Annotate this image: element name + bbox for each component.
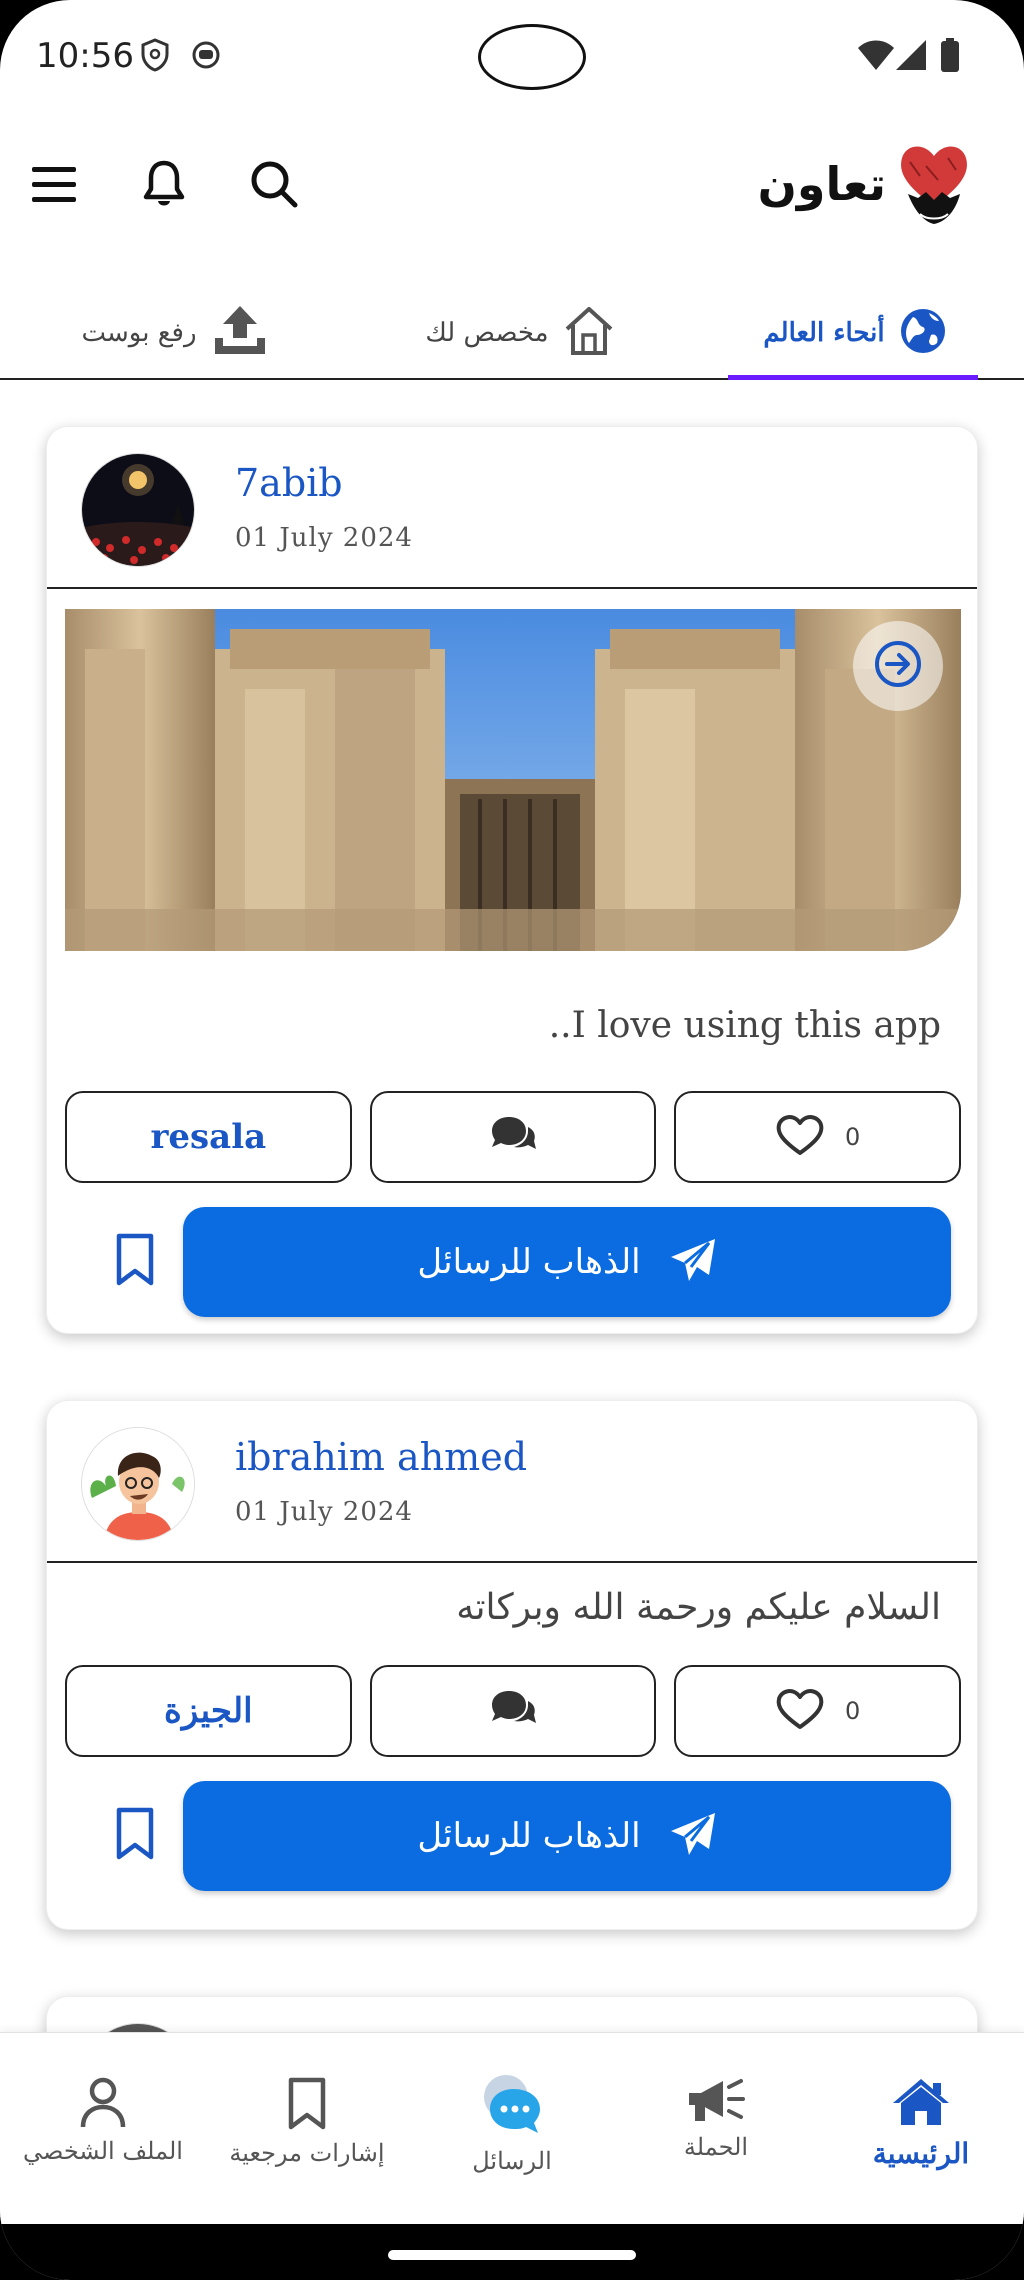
tag-button[interactable]: الجيزة xyxy=(65,1665,352,1757)
nav-profile[interactable]: الملف الشخصي xyxy=(8,2077,198,2165)
avatar[interactable] xyxy=(81,1427,195,1541)
app-bar: تعاون xyxy=(0,118,1024,248)
chat-bubbles-icon xyxy=(480,2073,544,2139)
bookmark-icon xyxy=(115,1807,155,1865)
nav-label: الملف الشخصي xyxy=(23,2137,183,2165)
avatar[interactable] xyxy=(81,2023,195,2032)
nav-campaign[interactable]: الحملة xyxy=(621,2077,811,2161)
bell-icon[interactable] xyxy=(134,154,194,214)
camera-cutout xyxy=(478,24,586,90)
upload-icon xyxy=(211,304,269,362)
tab-label: أنحاء العالم xyxy=(763,318,885,348)
next-image-button[interactable] xyxy=(853,621,943,711)
nav-label: الرسائل xyxy=(472,2147,552,2175)
heart-icon xyxy=(775,1113,825,1161)
bookmark-button[interactable] xyxy=(107,1227,163,1297)
post-text: السلام عليكم ورحمة الله وبركاته xyxy=(456,1587,941,1628)
send-icon xyxy=(669,1237,717,1287)
avatar[interactable] xyxy=(81,453,195,567)
nav-label: الحملة xyxy=(683,2133,749,2161)
like-count: 0 xyxy=(845,1697,861,1725)
posts-feed[interactable]: 7abib 01 July 2024 I love using this app… xyxy=(0,382,1024,2032)
go-to-messages-button[interactable]: الذهاب للرسائل xyxy=(183,1207,951,1317)
home-gesture-handle[interactable] xyxy=(388,2250,636,2260)
tab-label: مخصص لك xyxy=(425,318,549,348)
nav-label: الرئيسية xyxy=(872,2137,970,2170)
shield-icon xyxy=(140,38,170,76)
arrow-right-circle-icon xyxy=(873,639,923,693)
post-author[interactable]: ibrahim ahmed xyxy=(235,1435,527,1479)
tab-upload-post[interactable]: رفع بوست xyxy=(60,288,290,378)
globe-icon xyxy=(899,307,947,359)
cta-label: الذهاب للرسائل xyxy=(417,1816,641,1856)
brand: تعاون xyxy=(758,136,972,232)
tab-label: رفع بوست xyxy=(81,318,197,348)
send-icon xyxy=(669,1811,717,1861)
megaphone-icon xyxy=(685,2077,747,2129)
post-card: ibrahim ahmed 01 July 2024 السلام عليكم … xyxy=(46,1400,978,1930)
person-icon xyxy=(79,2077,127,2133)
comment-button[interactable] xyxy=(369,1091,657,1183)
tag-button[interactable]: resala xyxy=(65,1091,352,1183)
nav-home[interactable]: الرئيسية xyxy=(826,2077,1016,2170)
tab-worldwide[interactable]: أنحاء العالم xyxy=(740,288,970,378)
like-count: 0 xyxy=(845,1123,861,1151)
wifi-icon xyxy=(858,40,894,74)
nav-label: إشارات مرجعية xyxy=(229,2139,385,2167)
home-outline-icon xyxy=(563,305,615,361)
status-bar: 10:56 xyxy=(0,0,1024,118)
post-card: 7abib 01 July 2024 I love using this app… xyxy=(46,426,978,1334)
bookmark-icon xyxy=(115,1233,155,1291)
post-text: I love using this app.. xyxy=(548,1005,941,1046)
bookmark-button[interactable] xyxy=(107,1801,163,1871)
tab-for-you[interactable]: مخصص لك xyxy=(400,288,640,378)
system-gesture-area xyxy=(0,2224,1024,2280)
post-date: 01 July 2024 xyxy=(235,523,413,553)
post-card xyxy=(46,1996,978,2032)
bottom-navigation: الملف الشخصي إشارات مرجعية الرسائل الحمل… xyxy=(0,2032,1024,2224)
post-tag: الجيزة xyxy=(164,1691,253,1731)
comments-icon xyxy=(488,1115,538,1159)
heart-hands-logo-icon xyxy=(896,136,972,232)
post-image[interactable] xyxy=(65,609,961,951)
post-author[interactable]: 7abib xyxy=(235,461,343,505)
nav-messages[interactable]: الرسائل xyxy=(417,2073,607,2175)
feed-tabs: رفع بوست مخصص لك أنحاء العالم xyxy=(0,268,1024,380)
post-header: ibrahim ahmed 01 July 2024 xyxy=(47,1401,977,1563)
active-tab-indicator xyxy=(728,375,978,380)
home-icon xyxy=(891,2077,951,2133)
signal-icon xyxy=(896,40,926,74)
post-actions: resala 0 xyxy=(65,1091,962,1183)
battery-icon xyxy=(940,38,960,76)
menu-icon[interactable] xyxy=(24,154,84,214)
app-screen: 10:56 تعاون رفع بوست مخصص لك أنحاء العال… xyxy=(0,0,1024,2280)
comment-button[interactable] xyxy=(369,1665,657,1757)
brand-name: تعاون xyxy=(757,157,886,211)
nav-bookmarks[interactable]: إشارات مرجعية xyxy=(212,2077,402,2167)
heart-icon xyxy=(775,1687,825,1735)
bookmark-icon xyxy=(287,2077,327,2135)
post-date: 01 July 2024 xyxy=(235,1497,413,1527)
cta-label: الذهاب للرسائل xyxy=(417,1242,641,1282)
app-notification-icon xyxy=(190,38,222,74)
status-time: 10:56 xyxy=(36,36,134,76)
post-actions: الجيزة 0 xyxy=(65,1665,962,1757)
post-tag: resala xyxy=(150,1117,267,1157)
search-icon[interactable] xyxy=(244,154,304,214)
post-header: 7abib 01 July 2024 xyxy=(47,427,977,589)
like-button[interactable]: 0 xyxy=(674,1091,962,1183)
comments-icon xyxy=(488,1689,538,1733)
like-button[interactable]: 0 xyxy=(674,1665,962,1757)
go-to-messages-button[interactable]: الذهاب للرسائل xyxy=(183,1781,951,1891)
